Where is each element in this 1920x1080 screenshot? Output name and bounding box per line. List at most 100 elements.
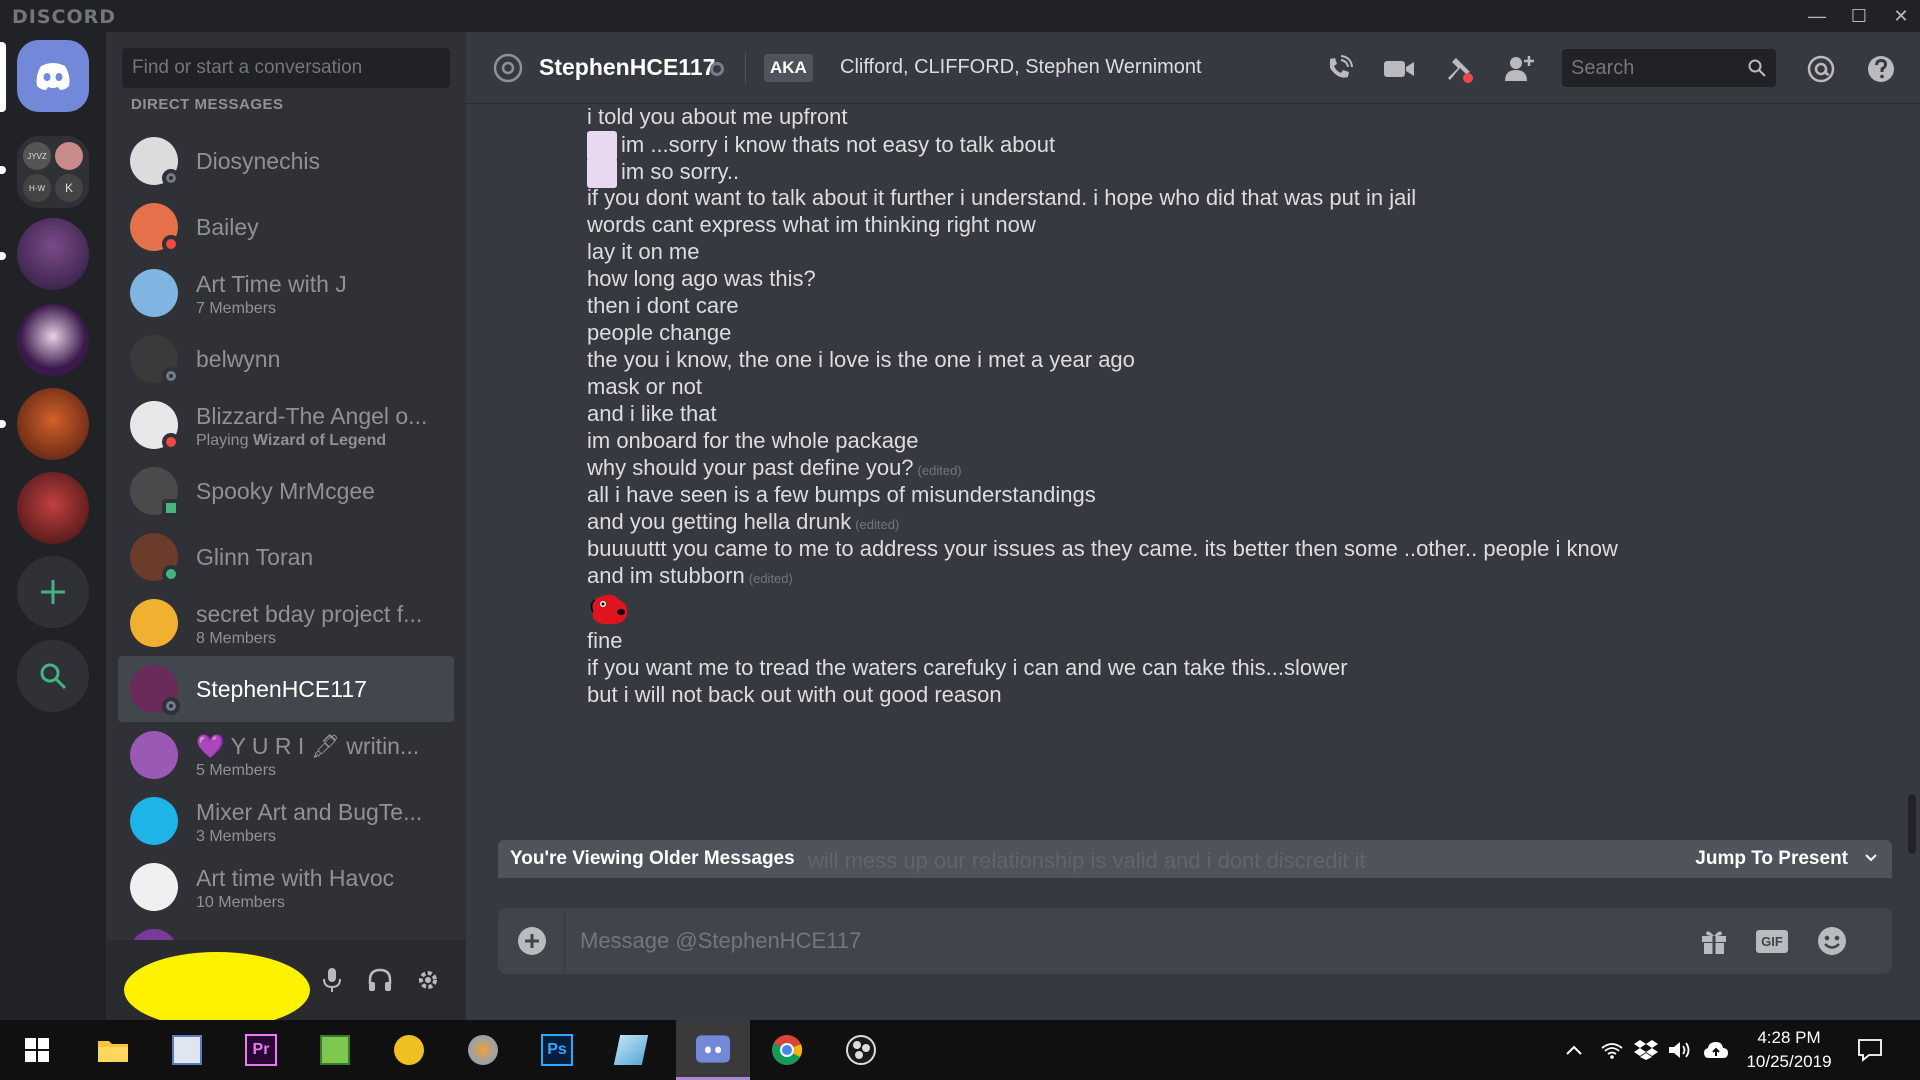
- server-icon[interactable]: [17, 218, 89, 290]
- message-content: how long ago was this?: [587, 266, 816, 291]
- message-content: fine: [587, 628, 623, 653]
- header-search-input[interactable]: Search: [1562, 49, 1776, 87]
- mentions-button[interactable]: [1802, 50, 1840, 88]
- pin-icon: [1448, 58, 1473, 83]
- network-tray[interactable]: [1598, 1036, 1626, 1064]
- message-content: im onboard for the whole package: [587, 428, 919, 453]
- taskbar-app[interactable]: [372, 1020, 446, 1080]
- paint-app-icon: [468, 1035, 498, 1065]
- taskbar-obs[interactable]: [824, 1020, 898, 1080]
- edited-tag: (edited): [855, 517, 900, 532]
- dm-item[interactable]: Bailey: [118, 194, 454, 260]
- status-offline-icon: [162, 367, 180, 385]
- minimize-button[interactable]: —: [1796, 0, 1838, 32]
- deafen-button[interactable]: [362, 962, 398, 998]
- older-messages-bar: will mess up our relationship is valid a…: [498, 840, 1892, 878]
- notification-icon: [1858, 1039, 1882, 1062]
- dm-item[interactable]: Spooky MrMcgee: [118, 458, 454, 524]
- speaker-icon: [1669, 1042, 1690, 1058]
- add-server-button[interactable]: [17, 556, 89, 628]
- message-text: im so sorry..: [587, 158, 739, 188]
- at-sign-icon: [493, 53, 523, 83]
- message-text: and i like that: [587, 401, 717, 427]
- action-center[interactable]: [1856, 1036, 1884, 1064]
- status-offline-icon: [162, 169, 180, 187]
- server-icon[interactable]: [17, 388, 89, 460]
- dm-item-name: Art time with Havoc: [196, 865, 395, 891]
- jump-to-present-label: Jump To Present: [1695, 848, 1848, 869]
- volume-tray[interactable]: [1666, 1036, 1694, 1064]
- dm-item-subtitle: 7 Members: [196, 300, 277, 317]
- user-settings-button[interactable]: [410, 962, 446, 998]
- taskbar-clock[interactable]: 4:28 PM 10/25/2019: [1742, 1026, 1836, 1074]
- message-content: all i have seen is a few bumps of misund…: [587, 482, 1096, 507]
- dm-item[interactable]: Art time with Havoc 10 Members: [118, 854, 454, 920]
- dm-item[interactable]: Glinn Toran: [118, 524, 454, 590]
- dm-item[interactable]: Diosynechis: [118, 128, 454, 194]
- message-input[interactable]: Message @StephenHCE117: [580, 928, 861, 954]
- message-scrollbar[interactable]: [1908, 104, 1916, 854]
- taskbar-app[interactable]: [150, 1020, 224, 1080]
- help-button[interactable]: [1862, 50, 1900, 88]
- dm-item[interactable]: Mixer Art and BugTe... 3 Members: [118, 788, 454, 854]
- server-folder[interactable]: JYVZ H-W K: [17, 136, 89, 208]
- avatar: [130, 731, 178, 779]
- aka-badge: AKA: [764, 54, 813, 82]
- dm-list: Diosynechis Bailey Art Time with J 7 Member…: [118, 128, 454, 968]
- taskbar-app[interactable]: [298, 1020, 372, 1080]
- server-icon[interactable]: [17, 304, 89, 376]
- unread-indicator: [0, 420, 6, 428]
- channel-name: StephenHCE117: [539, 54, 716, 80]
- message-text: if you want me to tread the waters caref…: [587, 655, 1348, 681]
- upload-plus-icon[interactable]: [516, 925, 548, 957]
- message-content: and im stubborn: [587, 563, 745, 588]
- activity-game: Wizard of Legend: [252, 432, 387, 449]
- dm-item[interactable]: secret bday project f... 8 Members: [118, 590, 454, 656]
- server-icon[interactable]: [17, 472, 89, 544]
- home-indicator: [0, 42, 6, 112]
- home-button[interactable]: [17, 40, 89, 112]
- taskbar-app[interactable]: [446, 1020, 520, 1080]
- maximize-button[interactable]: ☐: [1838, 0, 1880, 32]
- older-messages-label: You're Viewing Older Messages: [510, 848, 795, 869]
- dropbox-tray[interactable]: [1632, 1036, 1660, 1064]
- close-window-button[interactable]: ✕: [1880, 0, 1920, 32]
- emoji-picker-button[interactable]: [1814, 923, 1850, 959]
- show-hidden-icons[interactable]: [1560, 1036, 1588, 1064]
- activity-prefix: Playing: [196, 432, 253, 449]
- taskbar-file-explorer[interactable]: [76, 1020, 150, 1080]
- pinned-messages-button[interactable]: [1440, 50, 1478, 88]
- help-icon: [1868, 56, 1894, 82]
- message-text: words cant express what im thinking righ…: [587, 212, 1036, 238]
- anime-emote-icon: [587, 131, 617, 161]
- taskbar-premiere[interactable]: Pr: [224, 1020, 298, 1080]
- dm-item[interactable]: 💜 Y U R I 🖋 writin... 5 Members: [118, 722, 454, 788]
- dropbox-icon: [1634, 1040, 1658, 1060]
- video-call-button[interactable]: [1380, 50, 1418, 88]
- dm-item[interactable]: Art Time with J 7 Members: [118, 260, 454, 326]
- dm-item[interactable]: StephenHCE117: [118, 656, 454, 722]
- find-conversation-input[interactable]: Find or start a conversation: [122, 48, 450, 88]
- folder-grid: JYVZ H-W K: [23, 142, 83, 202]
- mute-button[interactable]: [314, 962, 350, 998]
- message-text: im ...sorry i know thats not easy to tal…: [587, 131, 1055, 161]
- add-friends-to-dm-button[interactable]: [1500, 50, 1538, 88]
- explore-servers-button[interactable]: [17, 640, 89, 712]
- scrollbar-thumb[interactable]: [1908, 794, 1916, 854]
- taskbar-app[interactable]: [594, 1020, 668, 1080]
- start-button[interactable]: [0, 1020, 74, 1080]
- notes-app-icon: [613, 1035, 649, 1065]
- user-panel: [106, 940, 466, 1028]
- taskbar-discord[interactable]: [676, 1020, 750, 1080]
- onedrive-tray[interactable]: [1702, 1036, 1730, 1064]
- avatar: [130, 269, 178, 317]
- dm-item[interactable]: belwynn: [118, 326, 454, 392]
- dm-item[interactable]: Blizzard-The Angel o... Playing Wizard of…: [118, 392, 454, 458]
- header-divider: [745, 52, 746, 84]
- jump-to-present-button[interactable]: Jump To Present: [1695, 848, 1877, 870]
- taskbar-chrome[interactable]: [750, 1020, 824, 1080]
- send-gift-button[interactable]: [1696, 923, 1732, 959]
- taskbar-photoshop[interactable]: Ps: [520, 1020, 594, 1080]
- voice-call-button[interactable]: [1320, 50, 1358, 88]
- gif-picker-button[interactable]: GIF: [1754, 923, 1790, 959]
